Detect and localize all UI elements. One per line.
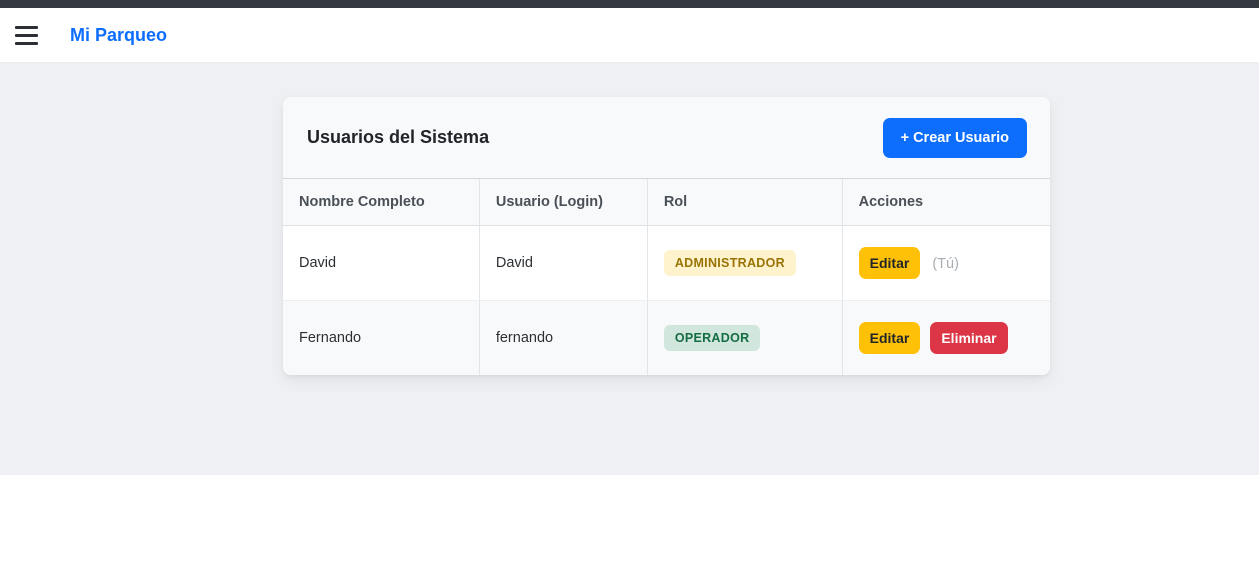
edit-button[interactable]: Editar — [859, 322, 921, 354]
card-header: Usuarios del Sistema + Crear Usuario — [283, 97, 1050, 178]
cell-nombre: David — [283, 226, 479, 301]
brand-link[interactable]: Mi Parqueo — [70, 25, 167, 46]
menu-icon[interactable] — [10, 20, 44, 50]
role-badge-administrador: ADMINISTRADOR — [664, 250, 796, 276]
cell-acciones: Editar Eliminar — [842, 301, 1050, 376]
main-content-area: Usuarios del Sistema + Crear Usuario Nom… — [0, 63, 1259, 475]
table-header: Nombre Completo Usuario (Login) Rol Acci… — [283, 179, 1050, 226]
edit-button[interactable]: Editar — [859, 247, 921, 279]
cell-rol: OPERADOR — [647, 301, 842, 376]
top-dark-strip — [0, 0, 1259, 8]
cell-acciones: Editar (Tú) — [842, 226, 1050, 301]
cell-usuario: fernando — [479, 301, 647, 376]
current-user-note: (Tú) — [932, 256, 959, 272]
cell-nombre: Fernando — [283, 301, 479, 376]
cell-rol: ADMINISTRADOR — [647, 226, 842, 301]
delete-button[interactable]: Eliminar — [930, 322, 1007, 354]
header-nombre-completo: Nombre Completo — [283, 179, 479, 226]
header-usuario-login: Usuario (Login) — [479, 179, 647, 226]
cell-usuario: David — [479, 226, 647, 301]
navbar: Mi Parqueo — [0, 8, 1259, 63]
table-row: David David ADMINISTRADOR Editar (Tú) — [283, 226, 1050, 301]
users-table: Nombre Completo Usuario (Login) Rol Acci… — [283, 178, 1050, 375]
header-rol: Rol — [647, 179, 842, 226]
page-title: Usuarios del Sistema — [307, 127, 489, 148]
users-card: Usuarios del Sistema + Crear Usuario Nom… — [283, 97, 1050, 375]
header-acciones: Acciones — [842, 179, 1050, 226]
role-badge-operador: OPERADOR — [664, 325, 761, 351]
create-user-button[interactable]: + Crear Usuario — [883, 118, 1027, 158]
table-row: Fernando fernando OPERADOR Editar Elimin… — [283, 301, 1050, 376]
